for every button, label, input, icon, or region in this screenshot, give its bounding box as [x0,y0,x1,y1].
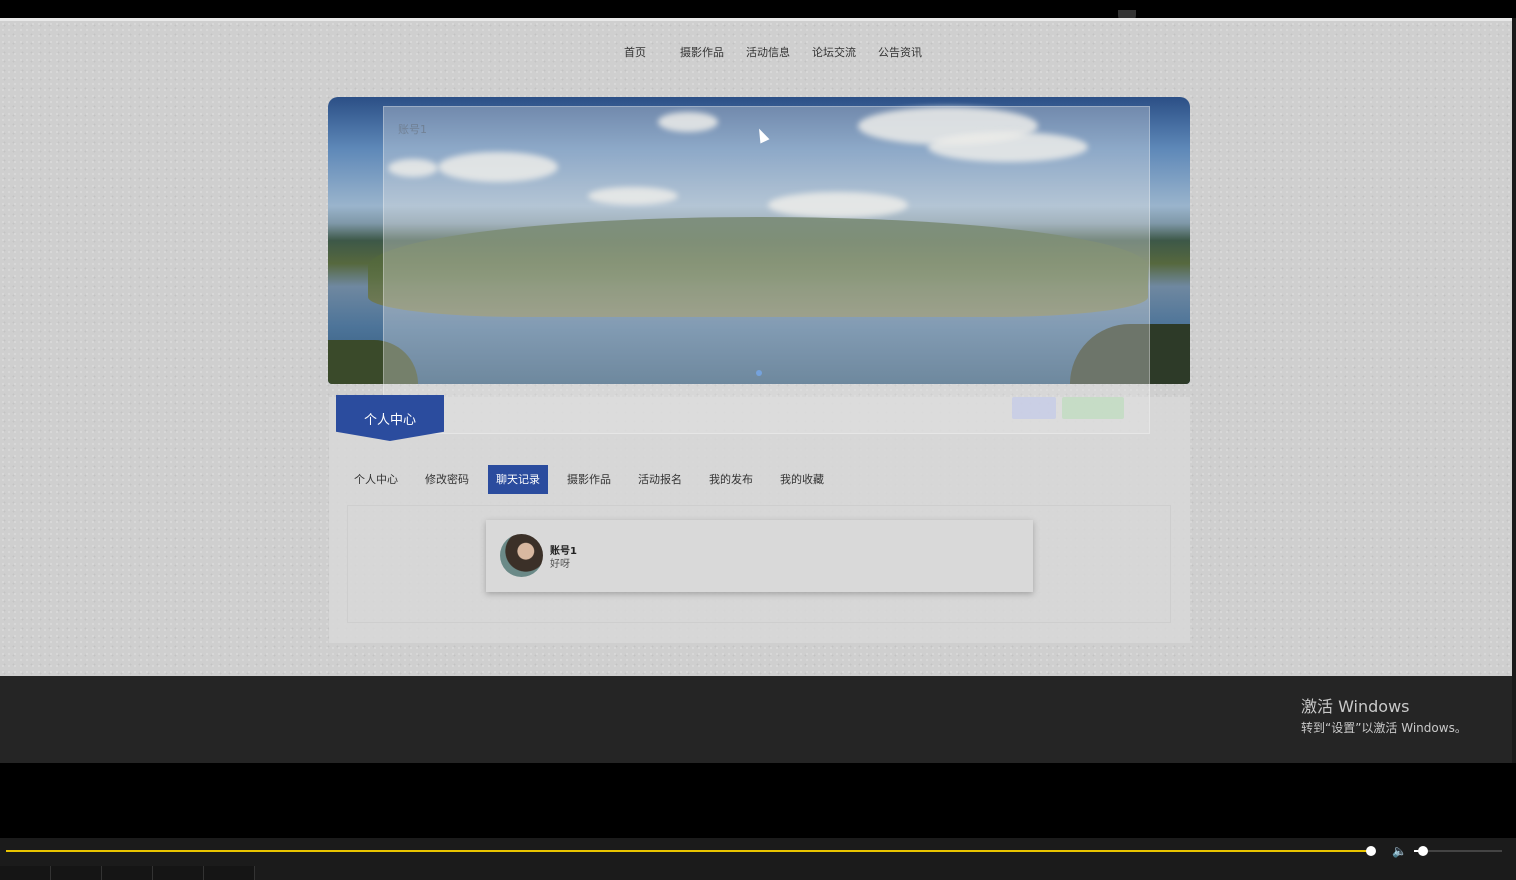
window-edge [1512,18,1516,763]
overlay-send-button[interactable] [1062,397,1124,419]
overlay-title: 账号1 [398,123,427,136]
nav-item-home[interactable]: 首页 [620,44,650,60]
tab-my-favorites[interactable]: 我的收藏 [772,465,832,494]
player-button[interactable] [204,866,255,880]
volume-knob[interactable] [1418,846,1428,856]
section-tag: 个人中心 [336,395,444,441]
watermark-title: 激活 Windows [1301,697,1410,716]
speaker-icon[interactable]: 🔈 [1392,844,1407,858]
tab-my-posts[interactable]: 我的发布 [701,465,761,494]
desktop-bottom-area [0,676,1512,763]
main-nav: 首页 摄影作品 活动信息 论坛交流 公告资讯 [620,44,926,60]
player-button[interactable] [0,866,51,880]
tab-chat-history[interactable]: 聊天记录 [488,465,548,494]
player-button[interactable] [51,866,102,880]
player-button-row [0,866,255,880]
progress-knob[interactable] [1366,846,1376,856]
chat-overlay-panel: 账号1 [383,106,1150,434]
overlay-cancel-button[interactable] [1012,397,1056,419]
chat-list-item[interactable]: 账号1 好呀 [486,520,1033,592]
player-button[interactable] [102,866,153,880]
nav-item-forum[interactable]: 论坛交流 [808,44,860,60]
nav-item-announcements[interactable]: 公告资讯 [874,44,926,60]
tab-change-password[interactable]: 修改密码 [417,465,477,494]
tab-my-photos[interactable]: 摄影作品 [559,465,619,494]
progress-bar[interactable] [6,850,1372,852]
nav-item-activities[interactable]: 活动信息 [742,44,794,60]
profile-tabs: 个人中心 修改密码 聊天记录 摄影作品 活动报名 我的发布 我的收藏 [346,465,843,494]
tab-event-signup[interactable]: 活动报名 [630,465,690,494]
tab-profile[interactable]: 个人中心 [346,465,406,494]
nav-item-photography[interactable]: 摄影作品 [676,44,728,60]
window-top-bar [0,0,1516,24]
watermark-subtitle: 转到“设置”以激活 Windows。 [1301,721,1467,735]
player-button[interactable] [153,866,204,880]
video-player-controls: 🔈 [0,838,1516,880]
chat-avatar [500,534,543,577]
chat-last-message: 好呀 [550,559,570,570]
windows-activation-watermark: 激活 Windows 转到“设置”以激活 Windows。 [1301,693,1467,736]
